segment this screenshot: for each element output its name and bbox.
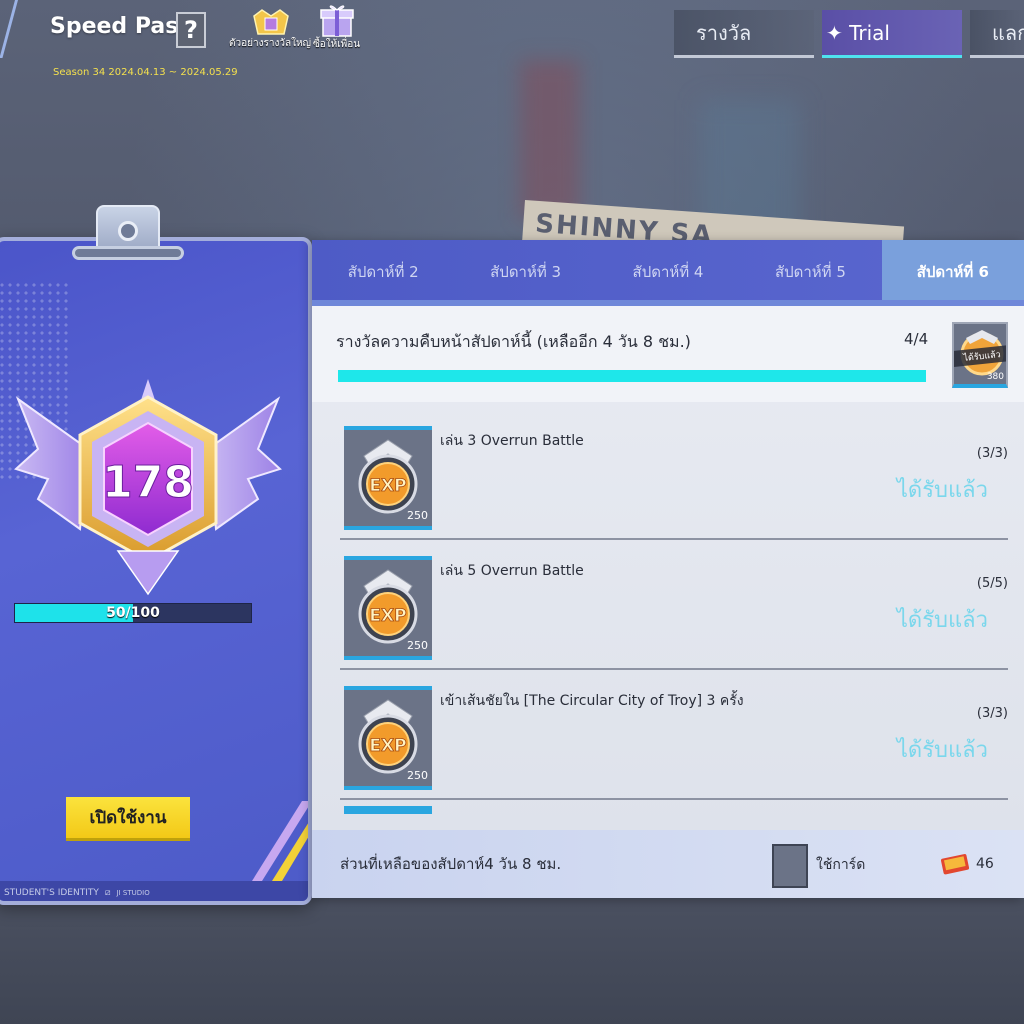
quest-reward[interactable]: EXP 250 [344, 556, 432, 660]
quest-claimed-status: ได้รับแล้ว [896, 478, 988, 503]
tab-trial[interactable]: ✦ Trial [822, 10, 962, 58]
tab-exchange[interactable]: แลก [970, 10, 1024, 58]
quest-name: เล่น 3 Overrun Battle [440, 433, 584, 449]
quest-item: EXP 250 เล่น 3 Overrun Battle (3/3) ได้ร… [340, 412, 1008, 540]
edit-icon: ⧄ [104, 888, 111, 898]
ticket-icon [941, 854, 970, 875]
quest-item: EXP 250 เข้าเส้นชัยใน [The Circular City… [340, 672, 1008, 800]
quest-claimed-status: ได้รับแล้ว [896, 608, 988, 633]
gift-friend-label[interactable]: ซื้อให้เพื่อน [313, 37, 360, 52]
activate-button[interactable]: เปิดใช้งาน [66, 797, 190, 841]
tab-week-2[interactable]: สัปดาห์ที่ 2 [312, 240, 454, 303]
progress-bar-fill [338, 370, 926, 382]
progress-reward[interactable]: ได้รับแล้ว 380 [952, 322, 1008, 388]
page-title: Speed Pass [50, 14, 192, 39]
panel-footer: ส่วนที่เหลือของสัปดาห์4 วัน 8 ชม. ใช้การ… [312, 830, 1024, 898]
quest-list: EXP 250 เล่น 3 Overrun Battle (3/3) ได้ร… [312, 402, 1024, 814]
svg-text:EXP: EXP [369, 736, 406, 756]
student-id-card: 178 50/100 เปิดใช้งาน STUDENT'S IDENTITY… [0, 237, 312, 905]
grand-prize-preview-icon[interactable] [250, 6, 292, 38]
svg-text:EXP: EXP [369, 606, 406, 626]
gift-icon[interactable] [318, 2, 356, 40]
grand-prize-preview-label[interactable]: ตัวอย่างรางวัลใหญ่ [229, 36, 311, 51]
week-remaining-text: ส่วนที่เหลือของสัปดาห์4 วัน 8 ชม. [340, 855, 562, 873]
progress-bar [338, 370, 926, 382]
tab-rewards[interactable]: รางวัล [674, 10, 814, 58]
xp-bar: 50/100 [14, 603, 252, 623]
svg-text:EXP: EXP [369, 476, 406, 496]
exp-amount: 250 [407, 769, 428, 782]
use-card-label[interactable]: ใช้การ์ด [816, 854, 865, 876]
quest-item: EXP 250 เล่น 5 Overrun Battle (5/5) ได้ร… [340, 542, 1008, 670]
quest-name: เข้าเส้นชัยใน [The Circular City of Troy… [440, 693, 744, 709]
xp-text: 50/100 [106, 605, 160, 621]
quest-claimed-status: ได้รับแล้ว [896, 738, 988, 763]
background-decor [520, 60, 580, 220]
ticket-count: 46 [976, 856, 994, 872]
level-badge-icon: 178 [14, 379, 282, 596]
quest-reward[interactable]: EXP 250 [344, 426, 432, 530]
weekly-quest-panel: สัปดาห์ที่ 2 สัปดาห์ที่ 3 สัปดาห์ที่ 4 ส… [312, 240, 1024, 898]
tab-week-4[interactable]: สัปดาห์ที่ 4 [597, 240, 739, 303]
quest-name: เล่น 5 Overrun Battle [440, 563, 584, 579]
tab-week-3[interactable]: สัปดาห์ที่ 3 [454, 240, 596, 303]
quest-progress: (3/3) [976, 706, 1008, 721]
week-tabs: สัปดาห์ที่ 2 สัปดาห์ที่ 3 สัปดาห์ที่ 4 ส… [312, 240, 1024, 303]
progress-count: 4/4 [904, 330, 929, 348]
exp-amount: 250 [407, 639, 428, 652]
weekly-progress: รางวัลความคืบหน้าสัปดาห์นี้ (เหลืออีก 4 … [312, 306, 1024, 402]
progress-title: รางวัลความคืบหน้าสัปดาห์นี้ (เหลืออีก 4 … [336, 332, 691, 351]
exp-amount: 250 [407, 509, 428, 522]
card-stripes-decor [252, 801, 308, 881]
quest-reward[interactable]: EXP 250 [344, 686, 432, 790]
level-number: 178 [102, 457, 194, 508]
reward-amount: 380 [986, 372, 1004, 382]
card-clip-bar [72, 246, 184, 260]
card-footer: STUDENT'S IDENTITY ⧄ JI STUDIO [0, 881, 308, 901]
tab-week-6[interactable]: สัปดาห์ที่ 6 [881, 240, 1024, 303]
background-floor [0, 900, 1024, 1024]
quest-progress: (3/3) [976, 446, 1008, 461]
tab-week-5[interactable]: สัปดาห์ที่ 5 [739, 240, 881, 303]
season-dates: Season 34 2024.04.13 ~ 2024.05.29 [53, 67, 238, 78]
quest-progress: (5/5) [976, 576, 1008, 591]
help-button[interactable]: ? [176, 12, 206, 48]
quest-item-partial [344, 806, 432, 814]
use-card-slot[interactable] [772, 844, 808, 888]
